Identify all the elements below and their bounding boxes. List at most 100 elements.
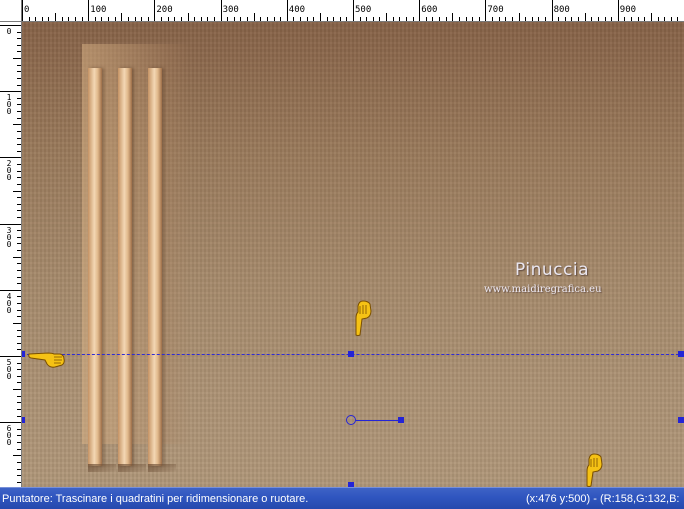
ruler-minor-tick [17, 51, 21, 53]
ruler-minor-tick [167, 17, 169, 21]
ruler-minor-tick [35, 17, 37, 21]
ruler-minor-tick [17, 428, 21, 430]
ruler-minor-tick [280, 17, 282, 21]
ruler-minor-tick [94, 17, 96, 21]
ruler-major-tick [0, 157, 21, 159]
ruler-minor-tick [17, 329, 21, 331]
vertical-bar [88, 68, 116, 472]
ruler-minor-tick [17, 230, 21, 232]
ruler-minor-tick [17, 342, 21, 344]
ruler-minor-tick [538, 17, 540, 21]
ruler-minor-tick [17, 448, 21, 450]
ruler-minor-tick [114, 17, 116, 21]
ruler-major-tick [154, 0, 156, 21]
ruler-minor-tick [13, 455, 21, 457]
ruler-minor-tick [458, 17, 460, 21]
ruler-major-tick [0, 223, 21, 225]
ruler-minor-tick [213, 17, 215, 21]
ruler-minor-tick [134, 17, 136, 21]
ruler-minor-tick [571, 17, 573, 21]
ruler-minor-tick [544, 17, 546, 21]
ruler-minor-tick [17, 44, 21, 46]
deform-handle-right-top[interactable] [678, 351, 684, 357]
image-canvas[interactable]: Pinuccia www.maidiregrafica.eu [22, 22, 684, 487]
ruler-minor-tick [439, 17, 441, 21]
ruler-minor-tick [564, 17, 566, 21]
status-hint: Puntatore: Trascinare i quadratini per r… [2, 493, 309, 505]
ruler-minor-tick [379, 17, 381, 21]
ruler-minor-tick [17, 31, 21, 33]
ruler-minor-tick [108, 17, 110, 21]
ruler-minor-tick [207, 17, 209, 21]
ruler-label: 400 [6, 291, 12, 315]
ruler-minor-tick [17, 316, 21, 318]
ruler-minor-tick [41, 17, 43, 21]
vertical-bar [148, 68, 176, 472]
ruler-minor-tick [597, 17, 599, 21]
ruler-minor-tick [17, 468, 21, 470]
ruler-minor-tick [17, 283, 21, 285]
ruler-minor-tick [359, 17, 361, 21]
ruler-label: 600 [421, 5, 438, 15]
rotation-pivot[interactable] [346, 415, 356, 425]
rotation-handle[interactable] [398, 417, 404, 423]
ruler-minor-tick [432, 17, 434, 21]
ruler-major-tick [0, 91, 21, 93]
ruler-minor-tick [17, 461, 21, 463]
bars-layer [82, 44, 192, 472]
ruler-minor-tick [13, 256, 21, 258]
deform-handle-top-middle[interactable] [348, 351, 354, 357]
ruler-minor-tick [326, 17, 328, 21]
ruler-minor-tick [147, 17, 149, 21]
ruler-minor-tick [253, 13, 255, 21]
ruler-label: 700 [487, 5, 504, 15]
ruler-minor-tick [233, 17, 235, 21]
ruler-minor-tick [17, 104, 21, 106]
ruler-minor-tick [17, 475, 21, 477]
ruler-minor-tick [293, 17, 295, 21]
ruler-major-tick [353, 0, 354, 21]
ruler-label: 0 [24, 5, 30, 15]
ruler-minor-tick [17, 170, 21, 172]
ruler-minor-tick [200, 17, 202, 21]
ruler-minor-tick [492, 17, 494, 21]
ruler-minor-tick [17, 197, 21, 199]
ruler-minor-tick [624, 17, 626, 21]
ruler-minor-tick [631, 17, 633, 21]
ruler-minor-tick [17, 164, 21, 166]
deform-handle-left-top[interactable] [22, 351, 25, 357]
ruler-minor-tick [141, 17, 143, 21]
ruler-minor-tick [306, 17, 308, 21]
ruler-minor-tick [17, 177, 21, 179]
ruler-minor-tick [227, 17, 229, 21]
ruler-major-tick [485, 0, 487, 21]
ruler-minor-tick [392, 17, 394, 21]
ruler-minor-tick [187, 13, 189, 21]
ruler-minor-tick [505, 17, 507, 21]
ruler-minor-tick [68, 17, 70, 21]
ruler-minor-tick [412, 17, 414, 21]
ruler-minor-tick [445, 17, 447, 21]
ruler-minor-tick [657, 17, 659, 21]
ruler-major-tick [617, 0, 619, 21]
ruler-minor-tick [180, 17, 182, 21]
ruler-label: 500 [355, 5, 372, 15]
ruler-minor-tick [17, 269, 21, 271]
ruler-minor-tick [313, 17, 315, 21]
status-coordinates: (x:476 y:500) - (R:158,G:132,B: [526, 493, 680, 505]
ruler-minor-tick [17, 362, 21, 364]
ruler-minor-tick [17, 243, 21, 245]
ruler-minor-tick [174, 17, 176, 21]
left-ruler[interactable]: 0 100 200 300 400 500 600 [0, 22, 22, 487]
ruler-minor-tick [17, 382, 21, 384]
ruler-minor-tick [17, 183, 21, 185]
ruler-minor-tick [17, 375, 21, 377]
top-ruler[interactable]: 0 100 200 300 400 500 600 700 800 900 [0, 0, 684, 22]
ruler-major-tick [0, 422, 21, 424]
ruler-label: 300 [222, 5, 239, 15]
ruler-minor-tick [677, 17, 679, 21]
deform-handle-left-middle[interactable] [22, 417, 25, 423]
ruler-minor-tick [591, 17, 593, 21]
deform-handle-right-middle[interactable] [678, 417, 684, 423]
ruler-major-tick [22, 0, 23, 21]
